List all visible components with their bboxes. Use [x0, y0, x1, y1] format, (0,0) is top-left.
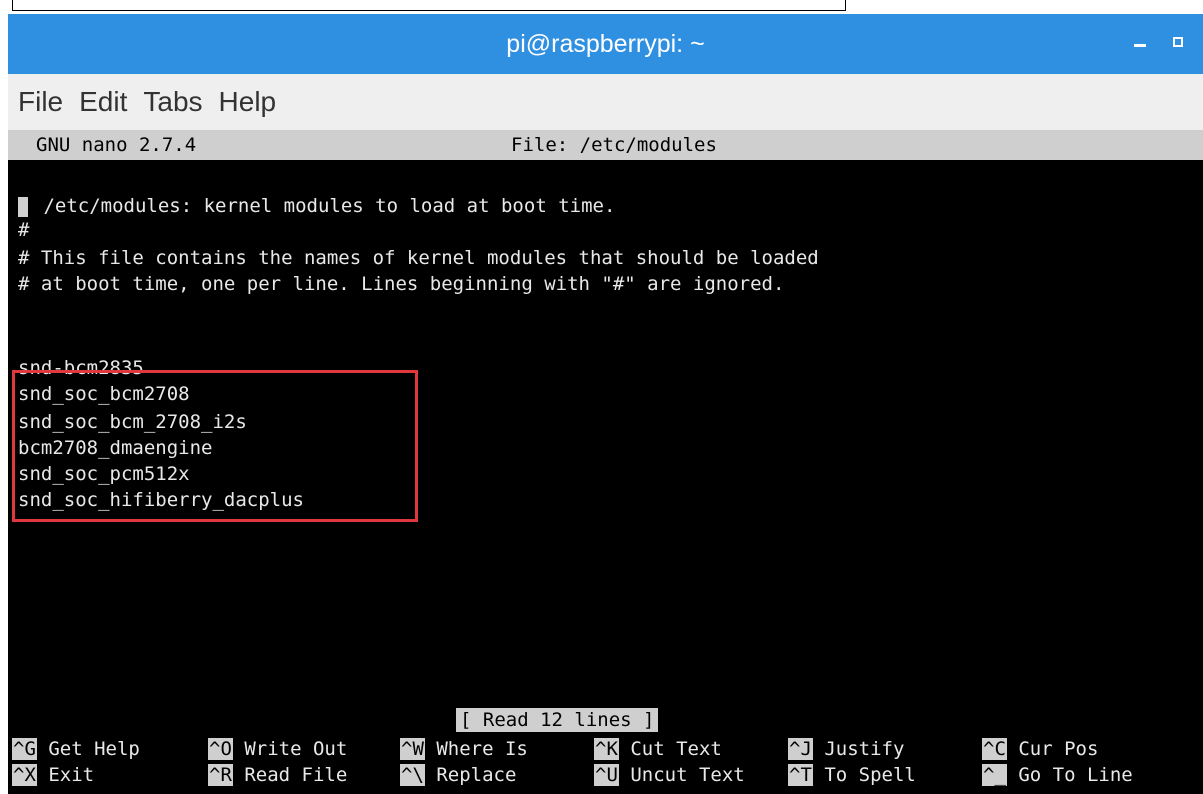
shortcut-cut-text[interactable]: ^K Cut Text [594, 736, 722, 762]
shortcut-get-help[interactable]: ^G Get Help [12, 736, 140, 762]
menu-bar: File Edit Tabs Help [8, 74, 1203, 130]
editor-line-4: # at boot time, one per line. Lines begi… [18, 273, 785, 295]
shortcut-go-to-line[interactable]: ^_ Go To Line [982, 762, 1133, 788]
shortcut-cur-pos[interactable]: ^C Cur Pos [982, 736, 1098, 762]
shortcut-write-out[interactable]: ^O Write Out [208, 736, 347, 762]
text-cursor [18, 196, 28, 217]
shortcut-uncut-text[interactable]: ^U Uncut Text [594, 762, 745, 788]
editor-line-1: /etc/modules: kernel modules to load at … [18, 194, 615, 218]
nano-version: GNU nano 2.7.4 [36, 134, 197, 156]
shortcut-replace[interactable]: ^\ Replace [400, 762, 516, 788]
shortcut-exit[interactable]: ^X Exit [12, 762, 94, 788]
shortcut-read-file[interactable]: ^R Read File [208, 762, 347, 788]
editor-line-3: # This file contains the names of kernel… [18, 247, 819, 269]
editor-line-2: # [18, 219, 30, 241]
highlight-annotation-box [12, 370, 418, 522]
menu-edit[interactable]: Edit [79, 86, 127, 118]
minimize-icon[interactable] [1129, 30, 1151, 52]
window-controls [1129, 30, 1189, 52]
shortcut-to-spell[interactable]: ^T To Spell [788, 762, 916, 788]
terminal-window: pi@raspberrypi: ~ File Edit Tabs Help GN… [8, 14, 1203, 794]
shortcut-where-is[interactable]: ^W Where Is [400, 736, 528, 762]
desktop-strip [0, 0, 1203, 14]
nano-filename: File: /etc/modules [511, 134, 717, 156]
menu-file[interactable]: File [18, 86, 63, 118]
menu-tabs[interactable]: Tabs [143, 86, 202, 118]
window-title: pi@raspberrypi: ~ [506, 29, 705, 58]
editor-area[interactable]: /etc/modules: kernel modules to load at … [8, 160, 1203, 706]
shortcut-justify[interactable]: ^J Justify [788, 736, 904, 762]
maximize-icon[interactable] [1167, 30, 1189, 52]
window-titlebar[interactable]: pi@raspberrypi: ~ [8, 14, 1203, 74]
status-message: [ Read 12 lines ] [456, 708, 659, 732]
shortcut-bar: ^G Get Help ^O Write Out ^W Where Is ^K … [8, 734, 1203, 790]
menu-help[interactable]: Help [219, 86, 277, 118]
nano-header-bar: GNU nano 2.7.4 File: /etc/modules [8, 130, 1203, 160]
background-window-edge [12, 0, 846, 11]
